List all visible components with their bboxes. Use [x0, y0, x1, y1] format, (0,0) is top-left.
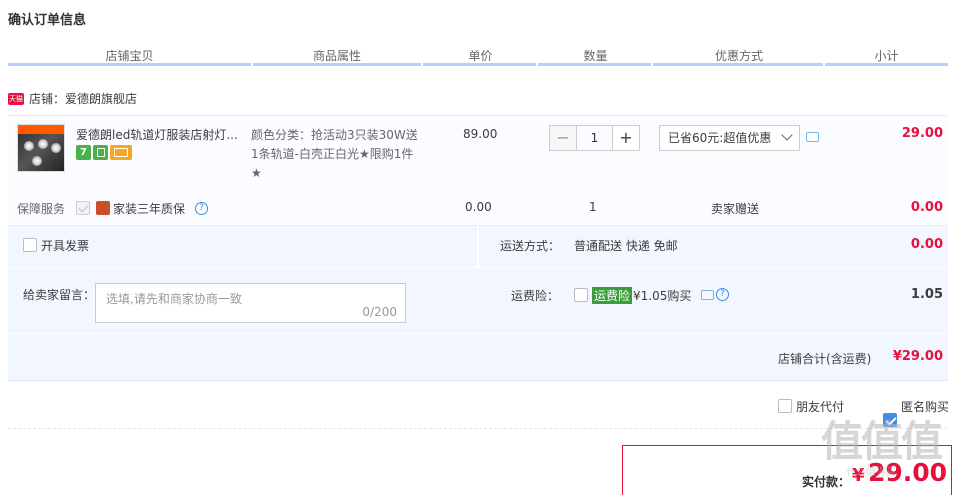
shop-name[interactable]: 店铺：爱德朗旗舰店	[29, 90, 137, 107]
chat-icon[interactable]	[806, 132, 819, 142]
delivery-label: 运送方式：	[500, 239, 561, 253]
help-icon[interactable]: ?	[195, 202, 208, 215]
remark-textarea[interactable]: 选填,请先和商家协商一致 0/200	[95, 283, 406, 323]
chat-icon[interactable]	[701, 290, 714, 300]
service-badges: 7	[76, 145, 132, 160]
header-underline	[538, 63, 651, 66]
help-icon[interactable]: ?	[716, 288, 729, 301]
installment-card-icon[interactable]	[110, 145, 132, 160]
header-underline	[653, 63, 823, 66]
spotlight-image	[38, 139, 48, 149]
discount-select[interactable]: 已省60元:超值优惠	[659, 125, 800, 151]
header-underline	[423, 63, 536, 66]
item-attributes: 颜色分类：抢活动3只装30W送 1条轨道-白壳正白光★限购1件 ★	[251, 126, 426, 183]
shop-total-amount: ¥29.00	[892, 349, 943, 364]
warranty-icon	[96, 201, 110, 215]
invoice-checkbox[interactable]	[23, 238, 37, 252]
item-thumbnail[interactable]	[17, 124, 65, 172]
remark-label: 给卖家留言：	[23, 288, 96, 302]
service-checkbox	[76, 201, 90, 215]
insurance-amount: 1.05	[910, 287, 943, 302]
decrement-button[interactable]: −	[549, 125, 577, 151]
service-subtotal: 0.00	[910, 200, 943, 215]
watermark-logo: 值值值	[821, 417, 943, 466]
divider	[8, 428, 948, 429]
discount-value: 已省60元:超值优惠	[668, 131, 772, 145]
insurance-label: 运费险：	[511, 289, 560, 303]
header-underline	[253, 63, 421, 66]
header-underline	[825, 63, 948, 66]
spotlight-image	[24, 141, 34, 151]
seven-day-return-icon[interactable]: 7	[76, 145, 91, 160]
service-qty: 1	[589, 200, 597, 214]
header-underline	[8, 63, 251, 66]
item-name-link[interactable]: 爱德朗led轨道灯服装店射灯...	[76, 126, 241, 143]
guarantee-icon[interactable]	[93, 145, 108, 160]
thumbnail-banner	[18, 125, 64, 134]
remark-char-count: 0/200	[362, 305, 397, 319]
service-name: 家装三年质保	[113, 202, 186, 216]
friend-pay-checkbox[interactable]	[778, 399, 792, 413]
remark-placeholder: 选填,请先和商家协商一致	[106, 292, 242, 306]
chevron-down-icon	[781, 129, 793, 141]
quantity-input[interactable]: 1	[577, 125, 612, 151]
watermark-subtext: 什么值得买	[846, 467, 896, 478]
page-title: 确认订单信息	[8, 13, 87, 28]
shop-total-label: 店铺合计(含运费)	[778, 352, 872, 366]
pay-label: 实付款：	[802, 475, 851, 489]
unit-price: 89.00	[463, 127, 498, 141]
insurance-checkbox[interactable]	[574, 288, 588, 302]
insurance-badge: 运费险	[592, 287, 633, 304]
increment-button[interactable]: +	[612, 125, 640, 151]
attr-line: ★	[251, 166, 262, 180]
attr-line: 颜色分类：抢活动3只装30W送	[251, 128, 418, 142]
spotlight-image	[32, 156, 42, 166]
item-subtotal: 29.00	[901, 126, 943, 141]
shop-row: 天猫 店铺：爱德朗旗舰店	[8, 90, 137, 107]
service-label: 保障服务	[17, 202, 66, 216]
service-method: 卖家赠送	[711, 202, 760, 216]
quantity-stepper: − 1 +	[549, 125, 640, 151]
insurance-price: ¥1.05购买	[633, 289, 692, 303]
delivery-method: 普通配送 快递 免邮	[574, 239, 678, 253]
service-price: 0.00	[465, 200, 492, 214]
delivery-amount: 0.00	[910, 237, 943, 252]
attr-line: 1条轨道-白壳正白光★限购1件	[251, 147, 414, 161]
spotlight-image	[51, 143, 61, 153]
tmall-icon: 天猫	[8, 92, 24, 105]
invoice-label: 开具发票	[41, 239, 90, 253]
